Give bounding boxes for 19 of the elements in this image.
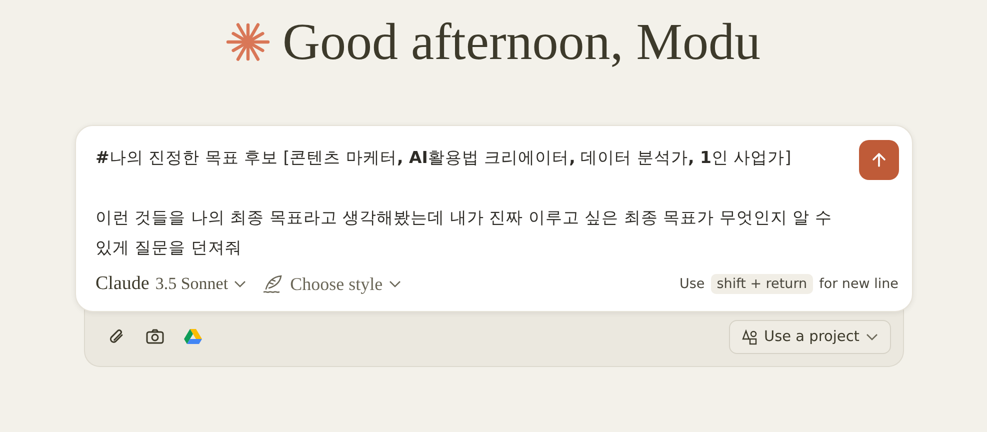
key-hint: shift + return: [710, 274, 814, 294]
send-button[interactable]: [858, 140, 898, 180]
model-selector[interactable]: Claude 3.5 Sonnet: [96, 273, 246, 295]
shapes-icon: [742, 329, 758, 345]
caret-icon: [234, 280, 246, 288]
camera-icon: [144, 327, 164, 347]
caret-icon: [866, 333, 878, 341]
drive-icon: [182, 327, 202, 347]
message-text: 이런 것들을 나의 최종 목표라고 생각해봤는데 내가 진짜 이루고 싶은 최종 목표가 무엇인지 알 수 있게 질문을 던져줘: [96, 207, 833, 259]
starburst-icon: [226, 20, 270, 64]
quill-icon: [262, 274, 284, 294]
arrow-up-icon: [870, 151, 888, 169]
caret-icon: [388, 280, 401, 288]
hint-text: for new line: [819, 276, 898, 292]
project-button[interactable]: Use a project: [728, 320, 890, 354]
hint-text: Use: [680, 276, 705, 292]
style-selector[interactable]: Choose style: [262, 274, 401, 294]
message-text: #나의 진정한 목표 후보 [콘텐츠 마케터, AI활용법 크리에이터, 데이터 분석가, 1인 사업가]: [96, 147, 792, 169]
greeting-title: Good afternoon, Modu: [282, 12, 761, 72]
